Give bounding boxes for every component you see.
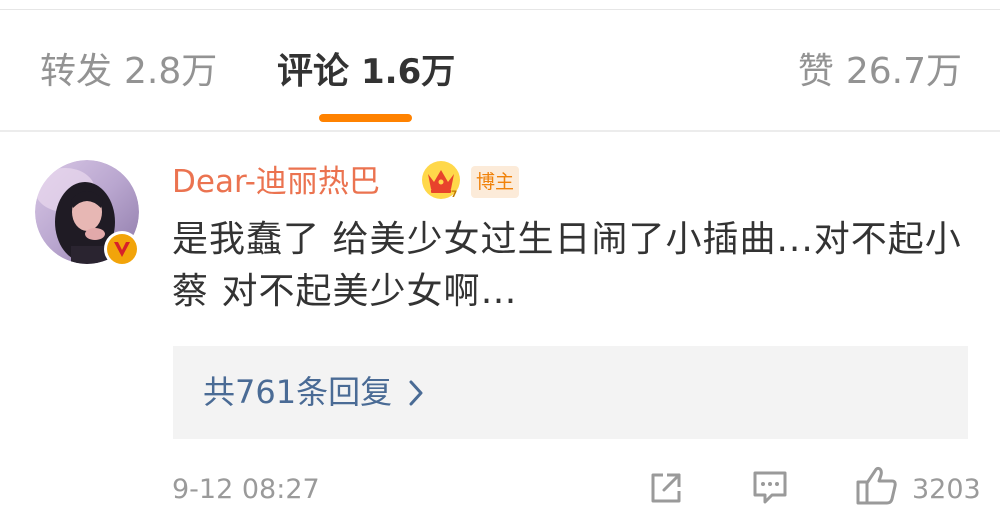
username-link[interactable]: Dear-迪丽热巴 <box>172 160 380 204</box>
tab-like-count: 26.7万 <box>845 51 962 92</box>
tab-comment[interactable]: 评论 1.6万 <box>277 44 455 100</box>
share-icon[interactable] <box>648 470 684 506</box>
top-divider <box>0 9 1000 10</box>
replies-count-label: 共761条回复 <box>203 373 393 411</box>
verified-v-icon <box>104 231 140 267</box>
like-count[interactable]: 3203 <box>912 472 981 508</box>
comment-text: 是我蠢了 给美少女过生日闹了小插曲...对不起小蔡 对不起美少女啊… <box>172 219 962 312</box>
tab-repost-label: 转发 <box>40 51 113 92</box>
tab-comment-label: 评论 <box>277 51 350 92</box>
section-divider <box>0 130 1000 132</box>
tab-repost[interactable]: 转发 2.8万 <box>40 44 217 100</box>
tab-bar: 转发 2.8万 评论 1.6万 赞 26.7万 <box>0 44 1000 104</box>
author-badge: 博主 <box>471 166 519 198</box>
comment-timestamp: 9-12 08:27 <box>172 474 320 505</box>
tab-like-label: 赞 <box>797 51 834 92</box>
chevron-right-icon <box>409 380 423 406</box>
crown-icon: 7 <box>422 161 460 200</box>
svg-text:7: 7 <box>451 190 457 200</box>
avatar[interactable] <box>35 160 140 267</box>
tab-repost-count: 2.8万 <box>124 51 218 92</box>
active-tab-indicator <box>319 114 412 122</box>
comment-bubble-icon[interactable] <box>751 468 789 506</box>
tab-like[interactable]: 赞 26.7万 <box>798 44 962 100</box>
thumbs-up-icon[interactable] <box>855 463 899 507</box>
tab-comment-count: 1.6万 <box>361 52 456 92</box>
view-replies-button[interactable]: 共761条回复 <box>173 346 968 439</box>
